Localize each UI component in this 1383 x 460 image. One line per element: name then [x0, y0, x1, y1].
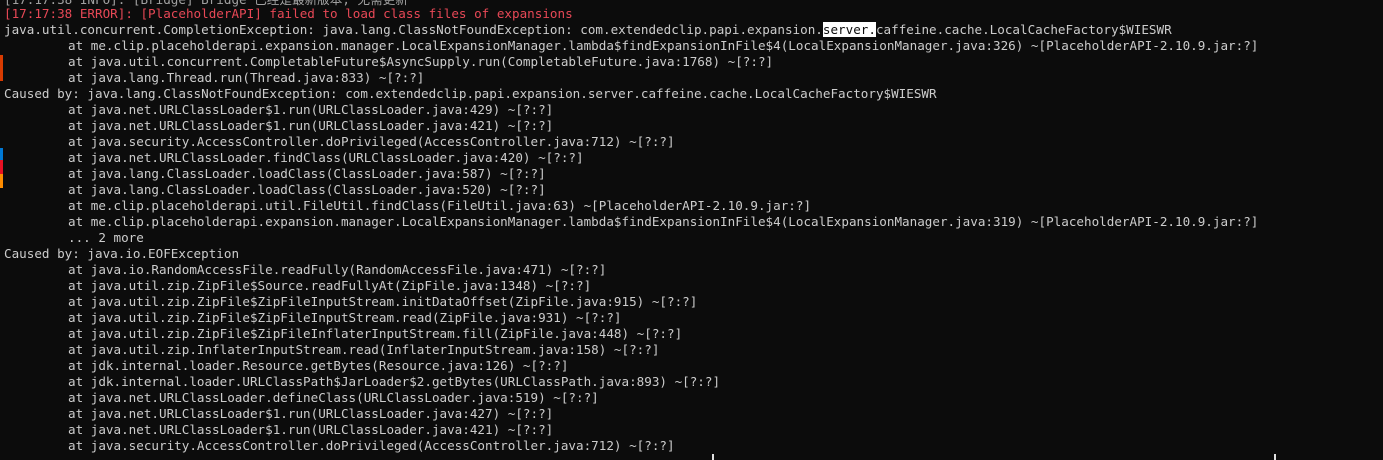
stack-line: at java.util.zip.ZipFile$ZipFileInputStr…	[68, 294, 698, 309]
log-line-error: [17:17:38 ERROR]: [PlaceholderAPI] faile…	[4, 6, 573, 21]
stack-line: at jdk.internal.loader.Resource.getBytes…	[68, 358, 569, 373]
stack-line: at java.net.URLClassLoader.findClass(URL…	[68, 150, 584, 165]
caused-by-line: Caused by: java.io.EOFException	[4, 246, 240, 261]
edge-artifact	[0, 174, 3, 188]
resize-handle	[712, 454, 714, 460]
stack-line: at java.lang.ClassLoader.loadClass(Class…	[68, 182, 546, 197]
stack-line: at me.clip.placeholderapi.util.FileUtil.…	[68, 198, 812, 213]
resize-handle	[1274, 454, 1276, 460]
exception-text-pre: java.util.concurrent.CompletionException…	[4, 22, 823, 37]
stack-line: at java.net.URLClassLoader$1.run(URLClas…	[68, 422, 554, 437]
stack-line: at java.lang.ClassLoader.loadClass(Class…	[68, 166, 546, 181]
stack-line: at java.util.zip.InflaterInputStream.rea…	[68, 342, 660, 357]
stack-line: at java.util.zip.ZipFile$Source.readFull…	[68, 278, 592, 293]
edge-artifact	[0, 160, 3, 174]
stack-line: at java.net.URLClassLoader$1.run(URLClas…	[68, 118, 554, 133]
console-output[interactable]: [17:17:38 INFO]: [Bridge] Bridge 已经是最新版本…	[0, 0, 1383, 460]
stack-line: at me.clip.placeholderapi.expansion.mana…	[68, 38, 1259, 53]
edge-artifact	[0, 55, 3, 81]
stack-line: at jdk.internal.loader.URLClassPath$JarL…	[68, 374, 721, 389]
stack-line: at java.util.concurrent.CompletableFutur…	[68, 54, 774, 69]
stack-line: at java.io.RandomAccessFile.readFully(Ra…	[68, 262, 607, 277]
stack-line: at java.util.zip.ZipFile$ZipFileInputStr…	[68, 310, 622, 325]
stack-line: at java.net.URLClassLoader.defineClass(U…	[68, 390, 599, 405]
stack-line: at java.util.zip.ZipFile$ZipFileInflater…	[68, 326, 683, 341]
stack-line: at java.lang.Thread.run(Thread.java:833)…	[68, 70, 425, 85]
exception-text-post: caffeine.cache.LocalCacheFactory$WIESWR	[875, 22, 1172, 37]
edge-artifact	[0, 148, 3, 160]
selected-text[interactable]: server.	[822, 22, 876, 37]
stack-line: at java.net.URLClassLoader$1.run(URLClas…	[68, 102, 554, 117]
more-frames-line: ... 2 more	[68, 230, 144, 245]
caused-by-line: Caused by: java.lang.ClassNotFoundExcept…	[4, 86, 937, 101]
log-line-exception: java.util.concurrent.CompletionException…	[4, 22, 1172, 38]
stack-line: at java.security.AccessController.doPriv…	[68, 134, 675, 149]
stack-line: at java.security.AccessController.doPriv…	[68, 438, 675, 453]
stack-line: at java.net.URLClassLoader$1.run(URLClas…	[68, 406, 554, 421]
stack-line: at me.clip.placeholderapi.expansion.mana…	[68, 214, 1259, 229]
